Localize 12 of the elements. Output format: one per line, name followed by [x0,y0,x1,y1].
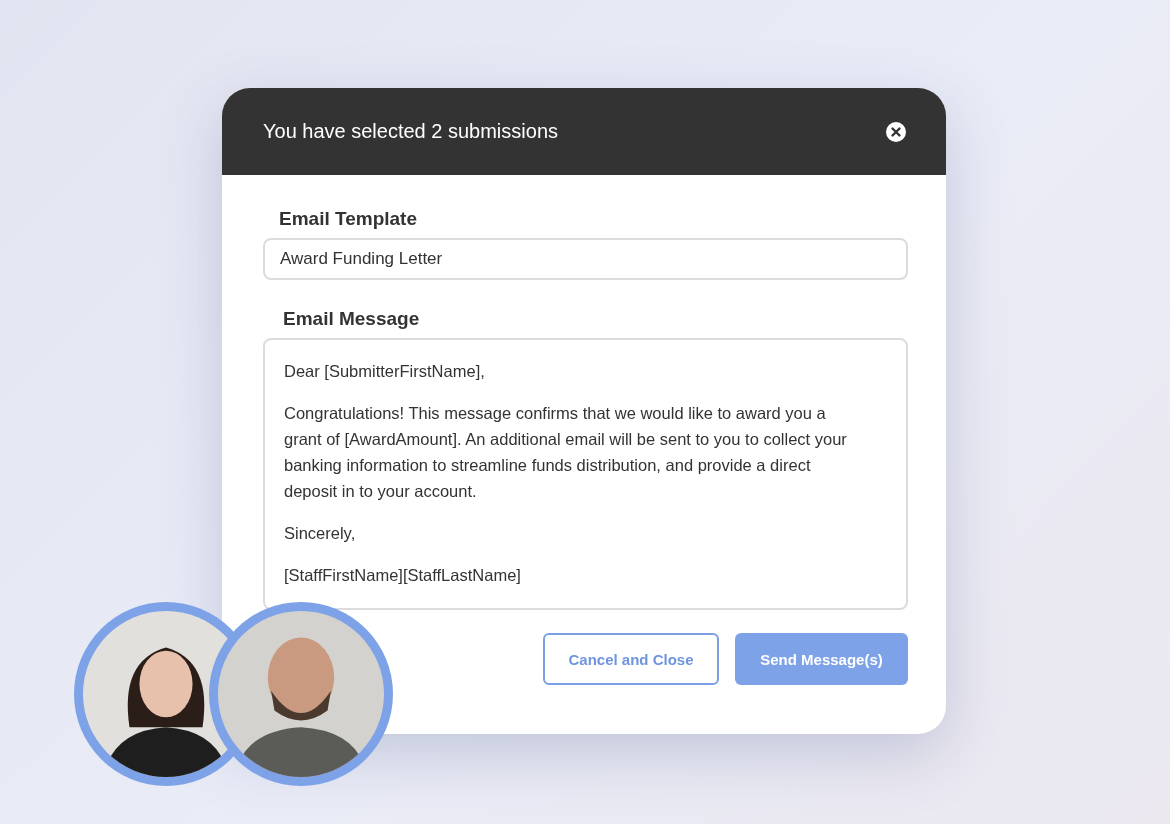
message-paragraph: [StaffFirstName][StaffLastName] [284,565,522,586]
cancel-button[interactable]: Cancel and Close [543,633,719,685]
message-paragraph: Dear [SubmitterFirstName], [284,361,486,382]
dialog-title: You have selected 2 submissions [263,120,558,143]
message-field[interactable] [263,338,908,610]
message-paragraph: Sincerely, [284,523,357,544]
close-icon[interactable] [886,121,906,142]
template-field[interactable]: Award Funding Letter [263,238,908,280]
field-label: Email Message [283,308,420,330]
message-paragraph: Congratulations! This message confirms that we would like to award you a grant of [AwardAmount]. An additional email will be sent to you to collect your banking information to streamline funds distribution, and provide a direct deposit in to your account. [284,403,848,502]
send-button[interactable]: Send Message(s) [735,633,908,685]
field-label: Email Template [279,208,417,230]
